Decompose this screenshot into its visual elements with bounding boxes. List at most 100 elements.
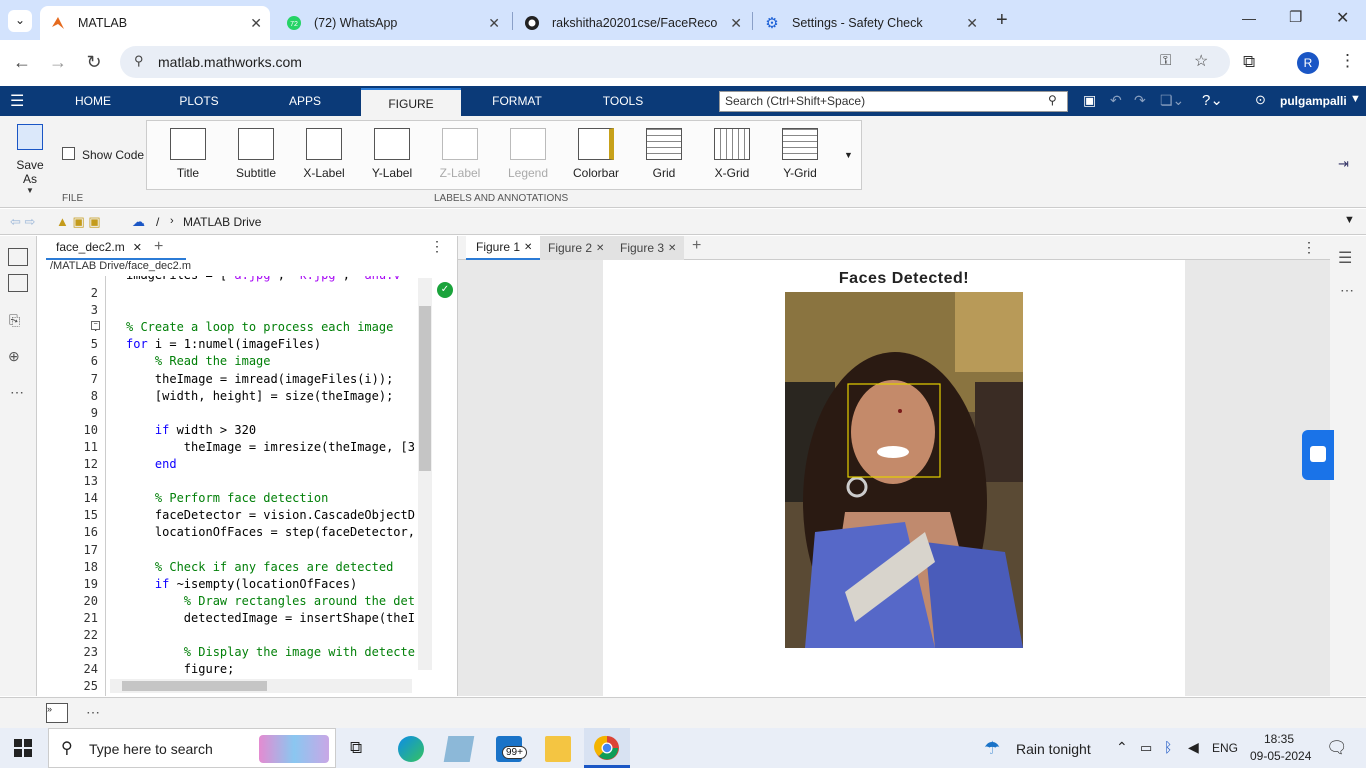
minimize-icon[interactable]: —	[1242, 10, 1256, 26]
back-folder-icon[interactable]: ⇦ ⇨	[10, 214, 35, 230]
save-icon[interactable]: ▣	[1083, 92, 1096, 109]
undo-icon[interactable]: ↶	[1110, 92, 1122, 109]
title-button[interactable]: Title	[156, 124, 220, 186]
tab-plots[interactable]: PLOTS	[166, 86, 232, 116]
subtitle-button[interactable]: Subtitle	[224, 124, 288, 186]
show-code-checkbox[interactable]	[62, 147, 75, 160]
close-icon[interactable]: ✕	[524, 242, 532, 253]
files-panel-icon[interactable]	[8, 248, 28, 266]
figure-menu-icon[interactable]: ⋮	[1302, 239, 1316, 256]
taskbar-search-box[interactable]: ⚲ Type here to search	[48, 728, 336, 768]
xgrid-button[interactable]: X-Grid	[700, 124, 764, 186]
extensions-icon[interactable]: ⧉	[1243, 52, 1255, 72]
close-icon[interactable]: ✕	[730, 15, 742, 32]
close-icon[interactable]: ✕	[966, 15, 978, 32]
tab-figure-3[interactable]: Figure 3 ✕	[612, 236, 684, 260]
back-arrow-icon[interactable]: ←	[11, 52, 33, 73]
vertical-scrollbar[interactable]	[418, 278, 432, 670]
window-close-icon[interactable]: ✕	[1336, 8, 1349, 28]
more-icon[interactable]: ⋯	[1340, 282, 1354, 299]
tab-figure-2[interactable]: Figure 2 ✕	[540, 236, 612, 260]
chrome-taskbar-button[interactable]	[584, 728, 630, 768]
workspace-panel-icon[interactable]	[8, 274, 28, 292]
horizontal-scroll-thumb[interactable]	[122, 681, 267, 691]
password-key-icon[interactable]: ⚿	[1160, 52, 1171, 69]
fold-icon[interactable]: −	[91, 321, 100, 330]
figure-canvas[interactable]: Faces Detected!	[603, 260, 1185, 696]
colorbar-button[interactable]: Colorbar	[564, 124, 628, 186]
user-name[interactable]: pulgampalli	[1280, 94, 1347, 108]
close-icon[interactable]: ✕	[596, 243, 604, 254]
editor-menu-icon[interactable]: ⋮	[430, 238, 444, 255]
grid-button[interactable]: Grid	[632, 124, 696, 186]
hamburger-menu-icon[interactable]: ☰	[10, 91, 24, 111]
legend-button[interactable]: Legend	[496, 124, 560, 186]
browser-menu-icon[interactable]: ⋮	[1339, 51, 1356, 71]
task-view-icon[interactable]: ⧉	[350, 738, 362, 758]
path-dropdown-icon[interactable]: ▼	[1344, 214, 1355, 226]
close-icon[interactable]: ✕	[488, 15, 500, 32]
url-field[interactable]: ⚲ matlab.mathworks.com ⚿ ☆	[120, 46, 1230, 78]
more-icon[interactable]: ⋯	[86, 704, 100, 721]
browser-tab-settings[interactable]: ⚙ Settings - Safety Check ✕	[754, 6, 986, 40]
mail-icon[interactable]: 99+	[496, 736, 527, 762]
tab-tools[interactable]: TOOLS	[590, 86, 656, 116]
command-window-icon[interactable]: »	[46, 703, 68, 723]
vertical-scroll-thumb[interactable]	[419, 306, 431, 471]
restore-icon[interactable]: ❐	[1289, 8, 1302, 26]
photos-app-icon[interactable]	[443, 736, 475, 762]
help-icon[interactable]: ?⌄	[1202, 91, 1223, 109]
tab-apps[interactable]: APPS	[272, 86, 338, 116]
redo-icon[interactable]: ↷	[1134, 92, 1146, 109]
more-icon[interactable]: ⋯	[10, 384, 24, 401]
volume-icon[interactable]: ◀	[1188, 739, 1199, 756]
horizontal-scrollbar[interactable]	[110, 679, 412, 693]
path-folder[interactable]: MATLAB Drive	[183, 215, 261, 229]
search-icon[interactable]: ⚲	[1048, 93, 1057, 107]
xlabel-button[interactable]: X-Label	[292, 124, 356, 186]
clock-time[interactable]: 18:35	[1264, 732, 1294, 746]
browser-tab-whatsapp[interactable]: 72 (72) WhatsApp ✕	[276, 6, 508, 40]
bookmark-star-icon[interactable]: ☆	[1194, 51, 1208, 71]
close-icon[interactable]: ✕	[250, 15, 262, 32]
tab-home[interactable]: HOME	[60, 86, 126, 116]
close-icon[interactable]: ✕	[668, 243, 676, 254]
code-area[interactable]: imageFiles = ["a.jpg", "k.jpg", "anu.v 2…	[38, 276, 418, 696]
save-as-button[interactable]: Save As ▼	[8, 124, 52, 195]
tab-format[interactable]: FORMAT	[484, 86, 550, 116]
history-icon[interactable]: ⎘	[9, 312, 20, 329]
folder-icons[interactable]: ▲ ▣ ▣	[56, 214, 101, 230]
tab-figure[interactable]: FIGURE	[361, 88, 461, 116]
tab-figure-1[interactable]: Figure 1 ✕	[466, 236, 540, 260]
tray-chevron-up-icon[interactable]: ⌃	[1116, 739, 1128, 756]
matlab-search-input[interactable]: Search (Ctrl+Shift+Space)	[719, 91, 1068, 112]
gallery-expand-icon[interactable]: ▼	[844, 150, 853, 160]
user-dropdown-icon[interactable]: ▼	[1350, 93, 1361, 105]
layout-icon[interactable]: ❏⌄	[1160, 92, 1184, 109]
reload-icon[interactable]: ↻	[83, 52, 105, 73]
site-info-icon[interactable]: ⚲	[134, 53, 144, 69]
file-explorer-icon[interactable]	[545, 736, 571, 762]
editor-tab[interactable]: face_dec2.m ✕	[46, 236, 186, 260]
browser-tab-matlab[interactable]: MATLAB ✕	[40, 6, 270, 40]
windows-start-icon[interactable]	[14, 739, 32, 757]
tab-search-button[interactable]: ⌄	[8, 10, 32, 32]
clock-date[interactable]: 09-05-2024	[1250, 749, 1311, 763]
battery-icon[interactable]: ▭	[1140, 740, 1152, 756]
new-editor-tab-icon[interactable]: +	[154, 238, 163, 256]
profile-avatar[interactable]: R	[1297, 52, 1319, 74]
project-icon[interactable]: ⊕	[8, 348, 20, 365]
language-indicator[interactable]: ENG	[1212, 741, 1238, 755]
new-figure-tab-icon[interactable]: +	[692, 237, 701, 255]
browser-tab-github[interactable]: rakshitha20201cse/FaceRecogiti ✕	[514, 6, 750, 40]
zlabel-button[interactable]: Z-Label	[428, 124, 492, 186]
new-tab-icon[interactable]: +	[996, 9, 1008, 32]
ygrid-button[interactable]: Y-Grid	[768, 124, 832, 186]
ylabel-button[interactable]: Y-Label	[360, 124, 424, 186]
property-inspector-icon[interactable]: ☰	[1338, 248, 1352, 268]
bluetooth-icon[interactable]: ᛒ	[1164, 739, 1172, 755]
weather-text[interactable]: Rain tonight	[1016, 741, 1091, 757]
forward-arrow-icon[interactable]: →	[47, 52, 69, 73]
close-icon[interactable]: ✕	[133, 241, 142, 254]
floating-widget-button[interactable]	[1302, 430, 1334, 480]
